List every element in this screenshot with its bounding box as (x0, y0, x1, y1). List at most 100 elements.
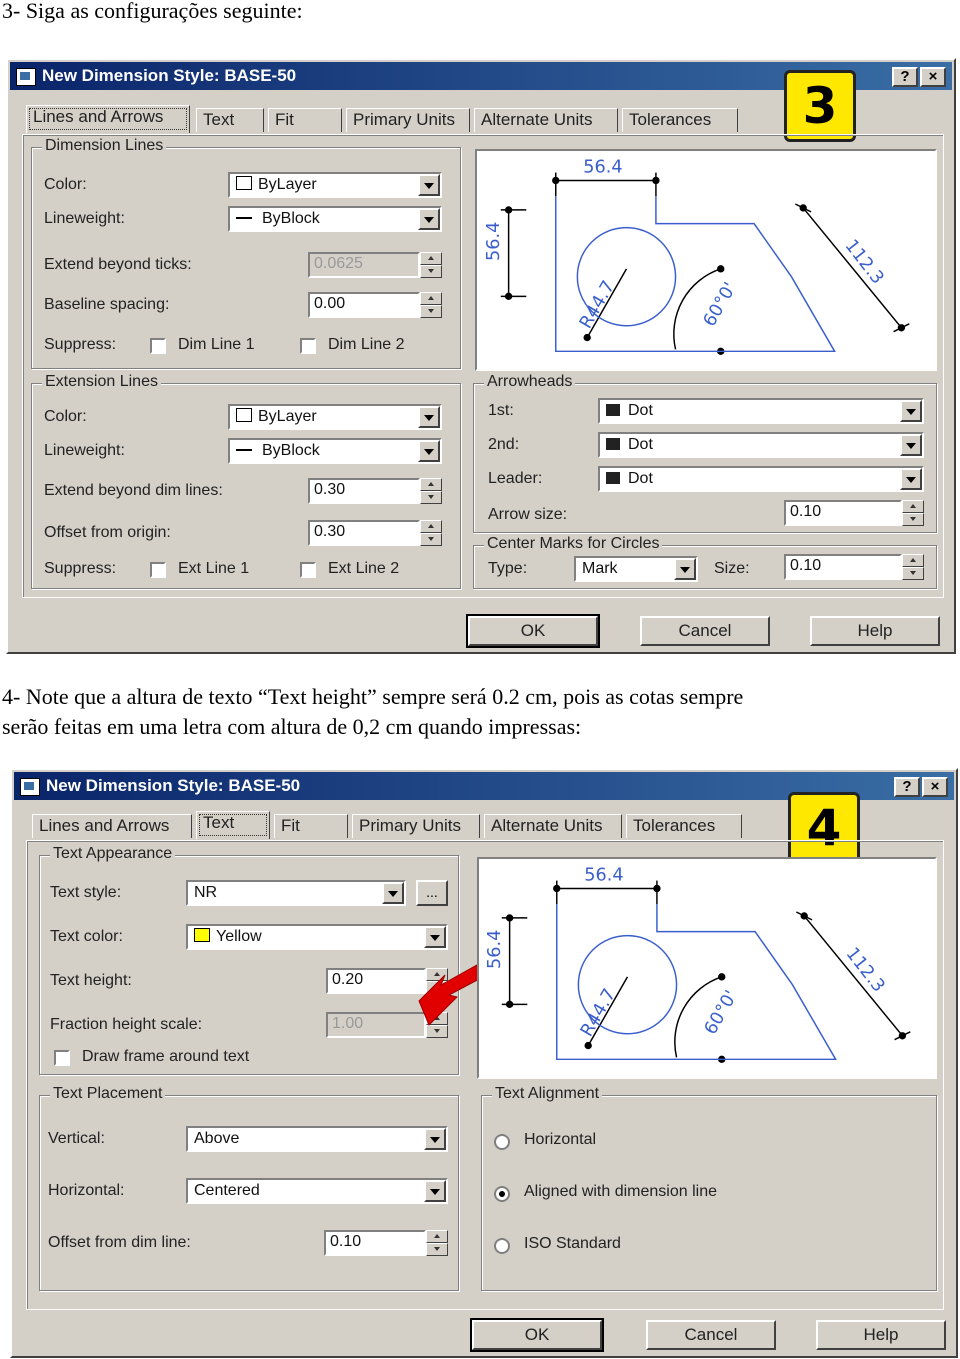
chevron-down-icon[interactable] (424, 1180, 446, 1202)
dim-line-2-label: Dim Line 2 (328, 336, 405, 353)
chevron-down-icon[interactable] (418, 406, 440, 428)
cancel-button[interactable]: Cancel (640, 616, 770, 646)
spin-up-icon[interactable] (420, 478, 442, 491)
chevron-down-icon[interactable] (382, 882, 404, 904)
extend-ticks-spinner: 0.0625 (308, 252, 442, 278)
draw-frame-label: Draw frame around text (82, 1048, 250, 1065)
baseline-spacing-spinner[interactable]: 0.00 (308, 292, 442, 318)
ok-button[interactable]: OK (466, 614, 600, 648)
arrowhead-second-select[interactable]: Dot (598, 432, 924, 458)
tab-text[interactable]: Text (196, 811, 270, 839)
text-height-field[interactable]: 0.20 (326, 968, 426, 994)
offset-origin-field[interactable]: 0.30 (308, 520, 420, 546)
spin-up-icon[interactable] (420, 520, 442, 533)
extension-lines-title: Extension Lines (42, 373, 161, 391)
tab-strip: Lines and Arrows Text Fit Primary Units … (26, 105, 746, 134)
chevron-down-icon[interactable] (424, 1128, 446, 1150)
dialog-title: New Dimension Style: BASE-50 (46, 776, 301, 795)
browse-text-style-button[interactable]: ... (416, 880, 448, 906)
tab-fit[interactable]: Fit (268, 108, 342, 132)
tab-alternate-units[interactable]: Alternate Units (484, 814, 622, 838)
text-placement-group: Text Placement Vertical: Above Horizonta… (39, 1085, 459, 1291)
ext-line-color-select[interactable]: ByLayer (228, 404, 442, 430)
spin-down-icon (420, 265, 442, 278)
dim-line-1-checkbox[interactable] (150, 338, 166, 354)
chevron-down-icon[interactable] (900, 434, 922, 456)
leader-value: Dot (628, 470, 653, 487)
close-title-button[interactable]: × (922, 777, 948, 797)
ext-line-1-checkbox[interactable] (150, 562, 166, 578)
spin-down-icon[interactable] (902, 567, 924, 580)
fraction-height-field: 1.00 (326, 1012, 426, 1038)
spin-up-icon[interactable] (426, 1230, 448, 1243)
close-title-button[interactable]: × (920, 67, 946, 87)
offset-dim-line-label: Offset from dim line: (48, 1234, 191, 1251)
ext-line-lineweight-value: ByBlock (262, 442, 320, 459)
dim-line-lineweight-select[interactable]: ByBlock (228, 206, 442, 232)
tab-primary-units[interactable]: Primary Units (346, 108, 470, 132)
draw-frame-checkbox[interactable] (54, 1050, 70, 1066)
dim-line-color-select[interactable]: ByLayer (228, 172, 442, 198)
spin-up-icon[interactable] (902, 500, 924, 513)
spin-down-icon[interactable] (902, 513, 924, 526)
chevron-down-icon[interactable] (900, 468, 922, 490)
tab-primary-units[interactable]: Primary Units (352, 814, 480, 838)
spin-down-icon[interactable] (420, 491, 442, 504)
dim-line-lineweight-value: ByBlock (262, 210, 320, 227)
tab-lines-and-arrows[interactable]: Lines and Arrows (26, 105, 190, 133)
spin-down-icon[interactable] (426, 1243, 448, 1256)
chevron-down-icon[interactable] (418, 174, 440, 196)
ext-line-lineweight-select[interactable]: ByBlock (228, 438, 442, 464)
offset-origin-spinner[interactable]: 0.30 (308, 520, 442, 546)
offset-dim-line-field[interactable]: 0.10 (324, 1230, 426, 1256)
dim-line-color-value: ByLayer (258, 176, 317, 193)
align-iso-label: ISO Standard (524, 1235, 621, 1252)
center-size-field[interactable]: 0.10 (784, 554, 902, 580)
tab-fit[interactable]: Fit (274, 814, 348, 838)
vertical-select[interactable]: Above (186, 1126, 448, 1152)
chevron-down-icon[interactable] (418, 440, 440, 462)
chevron-down-icon[interactable] (424, 926, 446, 948)
arrow-size-field[interactable]: 0.10 (784, 500, 902, 526)
spin-down-icon[interactable] (420, 533, 442, 546)
text-style-value: NR (194, 884, 218, 901)
extend-dim-lines-spinner[interactable]: 0.30 (308, 478, 442, 504)
tab-text[interactable]: Text (196, 108, 264, 132)
arrowhead-first-select[interactable]: Dot (598, 398, 924, 424)
tab-lines-and-arrows[interactable]: Lines and Arrows (32, 814, 192, 838)
align-horizontal-radio[interactable] (494, 1134, 510, 1150)
ext-lineweight-label: Lineweight: (44, 442, 125, 459)
tab-tolerances[interactable]: Tolerances (626, 814, 742, 838)
arrow-size-spinner[interactable]: 0.10 (784, 500, 924, 526)
arrowheads-group: Arrowheads 1st: Dot 2nd: Dot Leader: Dot… (473, 373, 937, 533)
chevron-down-icon[interactable] (900, 400, 922, 422)
ext-line-2-checkbox[interactable] (300, 562, 316, 578)
baseline-spacing-field[interactable]: 0.00 (308, 292, 420, 318)
cancel-button[interactable]: Cancel (646, 1320, 776, 1350)
help-title-button[interactable]: ? (894, 777, 920, 797)
tab-alternate-units[interactable]: Alternate Units (474, 108, 618, 132)
vertical-value: Above (194, 1130, 240, 1147)
text-style-select[interactable]: NR (186, 880, 406, 906)
align-iso-radio[interactable] (494, 1238, 510, 1254)
align-with-dim-line-radio[interactable] (494, 1186, 510, 1202)
spin-up-icon[interactable] (420, 292, 442, 305)
extend-dim-lines-field[interactable]: 0.30 (308, 478, 420, 504)
ext-line-1-label: Ext Line 1 (178, 560, 250, 577)
chevron-down-icon[interactable] (418, 208, 440, 230)
dim-line-2-checkbox[interactable] (300, 338, 316, 354)
chevron-down-icon[interactable] (674, 558, 696, 580)
help-button[interactable]: Help (810, 616, 940, 646)
horizontal-select[interactable]: Centered (186, 1178, 448, 1204)
spin-up-icon[interactable] (902, 554, 924, 567)
spin-down-icon[interactable] (420, 305, 442, 318)
help-title-button[interactable]: ? (892, 67, 918, 87)
center-type-select[interactable]: Mark (574, 556, 698, 582)
ok-button[interactable]: OK (470, 1318, 604, 1352)
center-size-spinner[interactable]: 0.10 (784, 554, 924, 580)
help-button[interactable]: Help (816, 1320, 946, 1350)
text-color-select[interactable]: Yellow (186, 924, 448, 950)
tab-tolerances[interactable]: Tolerances (622, 108, 738, 132)
offset-dim-line-spinner[interactable]: 0.10 (324, 1230, 448, 1256)
leader-select[interactable]: Dot (598, 466, 924, 492)
